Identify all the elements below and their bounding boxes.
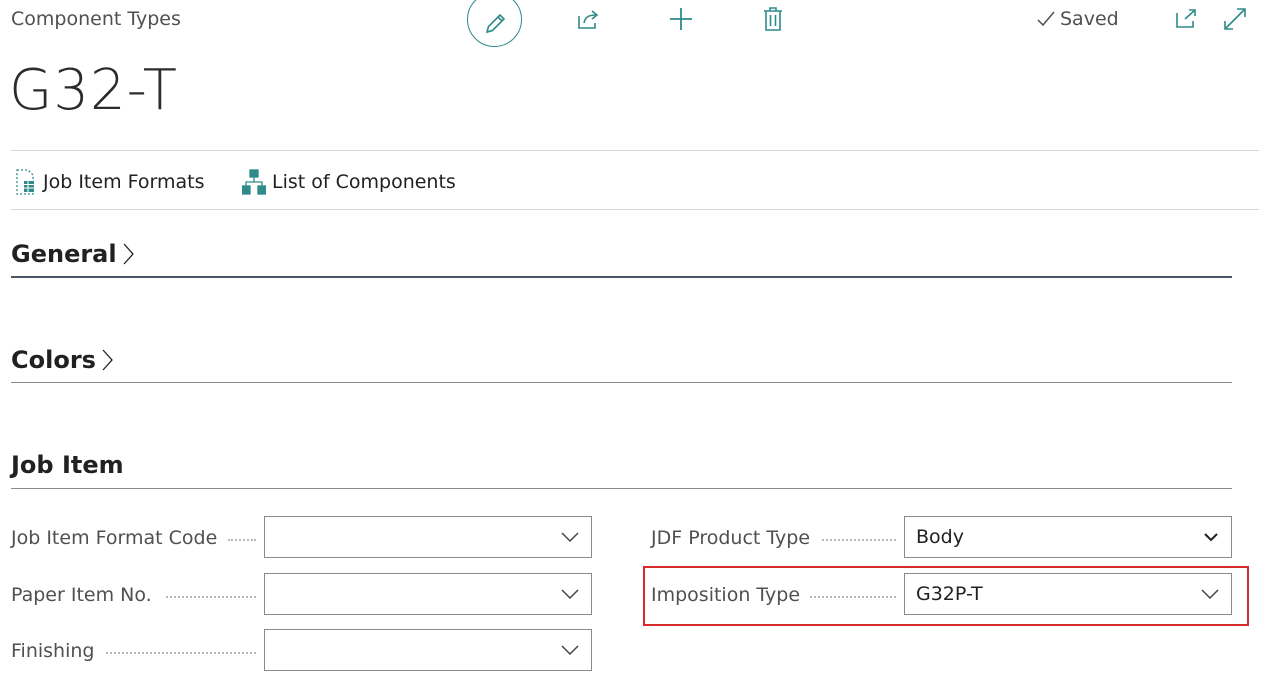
jdf-product-type-label: JDF Product Type [651, 527, 811, 549]
share-button[interactable] [574, 5, 602, 33]
job-item-formats-action[interactable]: Job Item Formats [15, 168, 204, 196]
job-item-format-code-label: Job Item Format Code [11, 527, 218, 549]
saved-status: Saved [1036, 8, 1119, 30]
chevron-right-icon [123, 243, 134, 265]
label-dots [810, 596, 896, 599]
chevron-down-icon [561, 532, 579, 543]
chevron-right-icon [102, 349, 113, 371]
section-general[interactable]: General [11, 240, 1232, 268]
checkmark-icon [1037, 11, 1055, 27]
section-divider [11, 488, 1232, 489]
edit-button[interactable] [467, 0, 522, 47]
plus-icon [670, 8, 692, 30]
list-of-components-label: List of Components [272, 171, 456, 193]
new-button[interactable] [667, 5, 695, 33]
chevron-down-icon [561, 645, 579, 656]
imposition-type-label: Imposition Type [651, 584, 801, 606]
list-of-components-action[interactable]: List of Components [242, 168, 456, 196]
chevron-down-icon [1201, 589, 1219, 600]
section-divider [11, 276, 1232, 278]
breadcrumb[interactable]: Component Types [11, 8, 181, 30]
paper-item-no-label: Paper Item No. [11, 584, 152, 606]
divider [11, 209, 1259, 210]
open-in-new-window-button[interactable] [1173, 6, 1199, 32]
chevron-down-icon [561, 589, 579, 600]
paper-item-no-field[interactable] [264, 573, 592, 615]
hierarchy-icon [242, 169, 266, 195]
section-job-item[interactable]: Job Item [11, 451, 1232, 479]
pencil-icon [485, 13, 505, 33]
label-dots [166, 596, 256, 599]
document-table-icon [16, 169, 34, 195]
label-dots [106, 652, 256, 655]
divider [11, 150, 1259, 151]
job-item-format-code-field[interactable] [264, 516, 592, 558]
finishing-label: Finishing [11, 640, 95, 662]
jdf-product-type-select[interactable]: Body [904, 516, 1232, 558]
section-divider [11, 382, 1232, 383]
expand-button[interactable] [1221, 5, 1249, 33]
finishing-field[interactable] [264, 629, 592, 671]
open-in-new-icon [1176, 9, 1196, 28]
imposition-type-field[interactable]: G32P-T [904, 573, 1232, 615]
chevron-down-icon [1204, 533, 1218, 542]
imposition-type-value: G32P-T [916, 583, 983, 605]
trash-icon [764, 7, 782, 31]
label-dots [228, 539, 256, 542]
section-general-title: General [11, 240, 117, 268]
label-dots [822, 539, 896, 542]
expand-icon [1224, 8, 1246, 30]
share-icon [578, 10, 599, 29]
section-colors-title: Colors [11, 346, 96, 374]
job-item-formats-label: Job Item Formats [43, 171, 205, 193]
saved-label: Saved [1060, 8, 1119, 30]
section-job-item-title: Job Item [11, 451, 124, 479]
page-title: G32-T [9, 58, 178, 123]
section-colors[interactable]: Colors [11, 346, 1232, 374]
jdf-product-type-value: Body [916, 526, 964, 548]
delete-button[interactable] [759, 5, 787, 33]
